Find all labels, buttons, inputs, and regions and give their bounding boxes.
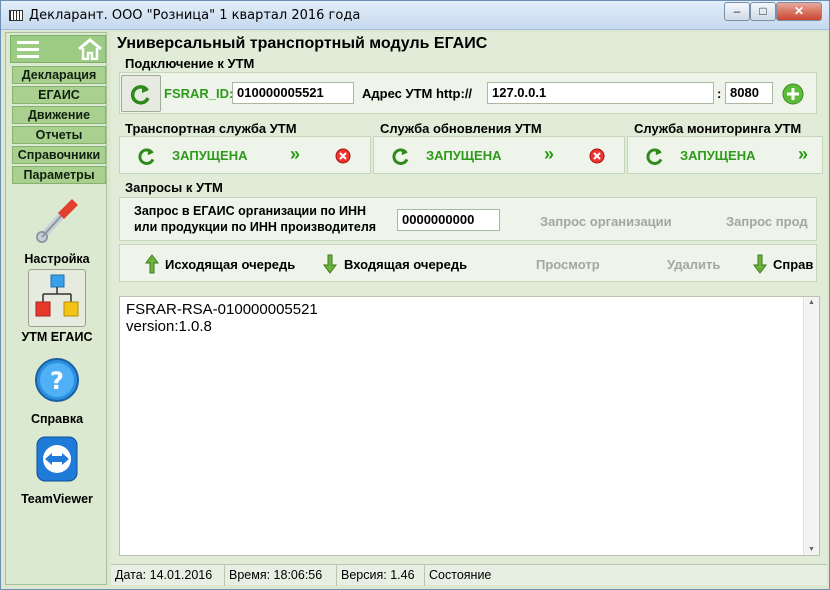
teamviewer-icon <box>28 431 86 489</box>
reconnect-button[interactable] <box>121 75 161 112</box>
home-icon[interactable] <box>77 38 103 60</box>
output-line-1: FSRAR-RSA-010000005521 <box>126 301 318 318</box>
arrow-down-icon <box>323 254 337 274</box>
tool-help-label: Справка <box>30 412 84 426</box>
utm-port-input[interactable]: 8080 <box>725 82 773 104</box>
restart-update-icon[interactable] <box>390 145 412 167</box>
status-bar: Дата: 14.01.2016 Время: 18:06:56 Версия:… <box>111 564 827 586</box>
start-update-icon[interactable]: » <box>544 144 554 165</box>
tool-teamviewer-label: TeamViewer <box>21 492 93 506</box>
requests-panel: Запрос в ЕГАИС организации по ИНН или пр… <box>119 197 817 241</box>
inn-input[interactable]: 0000000000 <box>397 209 500 231</box>
stop-update-icon[interactable] <box>589 148 605 164</box>
query-description: Запрос в ЕГАИС организации по ИНН или пр… <box>134 203 376 235</box>
nav-item-egais[interactable]: ЕГАИС <box>12 86 106 104</box>
minimize-button[interactable]: – <box>724 2 750 21</box>
incoming-queue-button[interactable]: Входящая очередь <box>344 257 467 272</box>
query-label-line1: Запрос в ЕГАИС организации по ИНН <box>134 204 367 218</box>
nav-item-declaration[interactable]: Декларация <box>12 66 106 84</box>
service-transport-status: ЗАПУЩЕНА <box>172 148 248 163</box>
sidebar-header <box>10 35 106 63</box>
refresh-icon <box>130 85 150 105</box>
output-textarea[interactable]: FSRAR-RSA-010000005521 version:1.0.8 ▲ ▼ <box>119 296 820 556</box>
service-transport-title: Транспортная служба УТМ <box>125 121 297 136</box>
app-icon <box>9 10 23 21</box>
arrow-up-icon <box>145 254 159 274</box>
start-monitoring-icon[interactable]: » <box>798 144 808 165</box>
add-connection-button[interactable] <box>781 82 805 106</box>
status-version: Версия: 1.46 <box>337 565 425 586</box>
nav-item-movement[interactable]: Движение <box>12 106 106 124</box>
title-bar: Декларант. ООО "Розница" 1 квартал 2016 … <box>1 1 829 30</box>
fsrar-id-input[interactable]: 010000005521 <box>232 82 354 104</box>
nav-item-parameters[interactable]: Параметры <box>12 166 106 184</box>
network-diagram-icon <box>28 269 86 327</box>
page-title: Универсальный транспортный модуль ЕГАИС <box>117 35 488 52</box>
arrow-down-ref-icon <box>753 254 767 274</box>
service-update-status: ЗАПУЩЕНА <box>426 148 502 163</box>
service-transport-panel: ЗАПУЩЕНА » <box>119 136 371 174</box>
output-line-2: version:1.0.8 <box>126 318 212 335</box>
service-monitoring-status: ЗАПУЩЕНА <box>680 148 756 163</box>
svg-text:?: ? <box>50 367 64 395</box>
start-transport-icon[interactable]: » <box>290 144 300 165</box>
app-window: Декларант. ООО "Розница" 1 квартал 2016 … <box>0 0 830 590</box>
status-state: Состояние <box>429 568 492 582</box>
status-date: Дата: 14.01.2016 <box>111 565 225 586</box>
reference-button[interactable]: Справ <box>773 257 813 272</box>
wrench-icon <box>28 191 86 249</box>
outgoing-queue-button[interactable]: Исходящая очередь <box>165 257 295 272</box>
delete-button[interactable]: Удалить <box>667 257 720 272</box>
product-request-button[interactable]: Запрос прод <box>726 214 808 229</box>
org-request-button[interactable]: Запрос организации <box>540 214 672 229</box>
service-monitoring-panel: ЗАПУЩЕНА » <box>627 136 823 174</box>
stop-transport-icon[interactable] <box>335 148 351 164</box>
restart-transport-icon[interactable] <box>136 145 158 167</box>
tool-teamviewer[interactable]: TeamViewer <box>8 431 106 506</box>
close-button[interactable]: ✕ <box>776 2 822 21</box>
query-label-line2: или продукции по ИНН производителя <box>134 220 377 234</box>
menu-icon[interactable] <box>17 41 39 58</box>
tool-settings[interactable]: Настройка <box>8 191 106 266</box>
tool-utm-label: УТМ ЕГАИС <box>21 330 93 344</box>
vertical-scrollbar[interactable]: ▲ ▼ <box>803 297 819 555</box>
sidebar: Декларация ЕГАИС Движение Отчеты Справоч… <box>5 32 107 585</box>
tool-settings-label: Настройка <box>24 252 90 266</box>
utm-address-input[interactable]: 127.0.0.1 <box>487 82 714 104</box>
status-time: Время: 18:06:56 <box>225 565 337 586</box>
help-icon: ? <box>28 351 86 409</box>
service-monitoring-title: Служба мониторинга УТМ <box>634 121 802 136</box>
port-separator: : <box>717 86 722 101</box>
utm-address-label: Адрес УТМ http:// <box>362 86 473 101</box>
tool-help[interactable]: ? Справка <box>8 351 106 426</box>
maximize-button[interactable]: □ <box>750 2 776 21</box>
main-content: Универсальный транспортный модуль ЕГАИС … <box>111 32 827 585</box>
scroll-down-icon[interactable]: ▼ <box>808 546 815 553</box>
restart-monitoring-icon[interactable] <box>644 145 666 167</box>
scroll-up-icon[interactable]: ▲ <box>808 299 815 306</box>
connection-panel: FSRAR_ID: 010000005521 Адрес УТМ http://… <box>119 72 817 114</box>
view-button[interactable]: Просмотр <box>536 257 600 272</box>
queue-toolbar: Исходящая очередь Входящая очередь Просм… <box>119 244 817 282</box>
requests-section-title: Запросы к УТМ <box>125 180 223 195</box>
nav-item-directories[interactable]: Справочники <box>12 146 106 164</box>
window-title: Декларант. ООО "Розница" 1 квартал 2016 … <box>29 8 361 23</box>
service-update-title: Служба обновления УТМ <box>380 121 542 136</box>
tool-utm-egais[interactable]: УТМ ЕГАИС <box>8 269 106 344</box>
connection-section-title: Подключение к УТМ <box>125 56 255 71</box>
service-update-panel: ЗАПУЩЕНА » <box>373 136 625 174</box>
nav-item-reports[interactable]: Отчеты <box>12 126 106 144</box>
fsrar-label: FSRAR_ID: <box>164 86 234 101</box>
